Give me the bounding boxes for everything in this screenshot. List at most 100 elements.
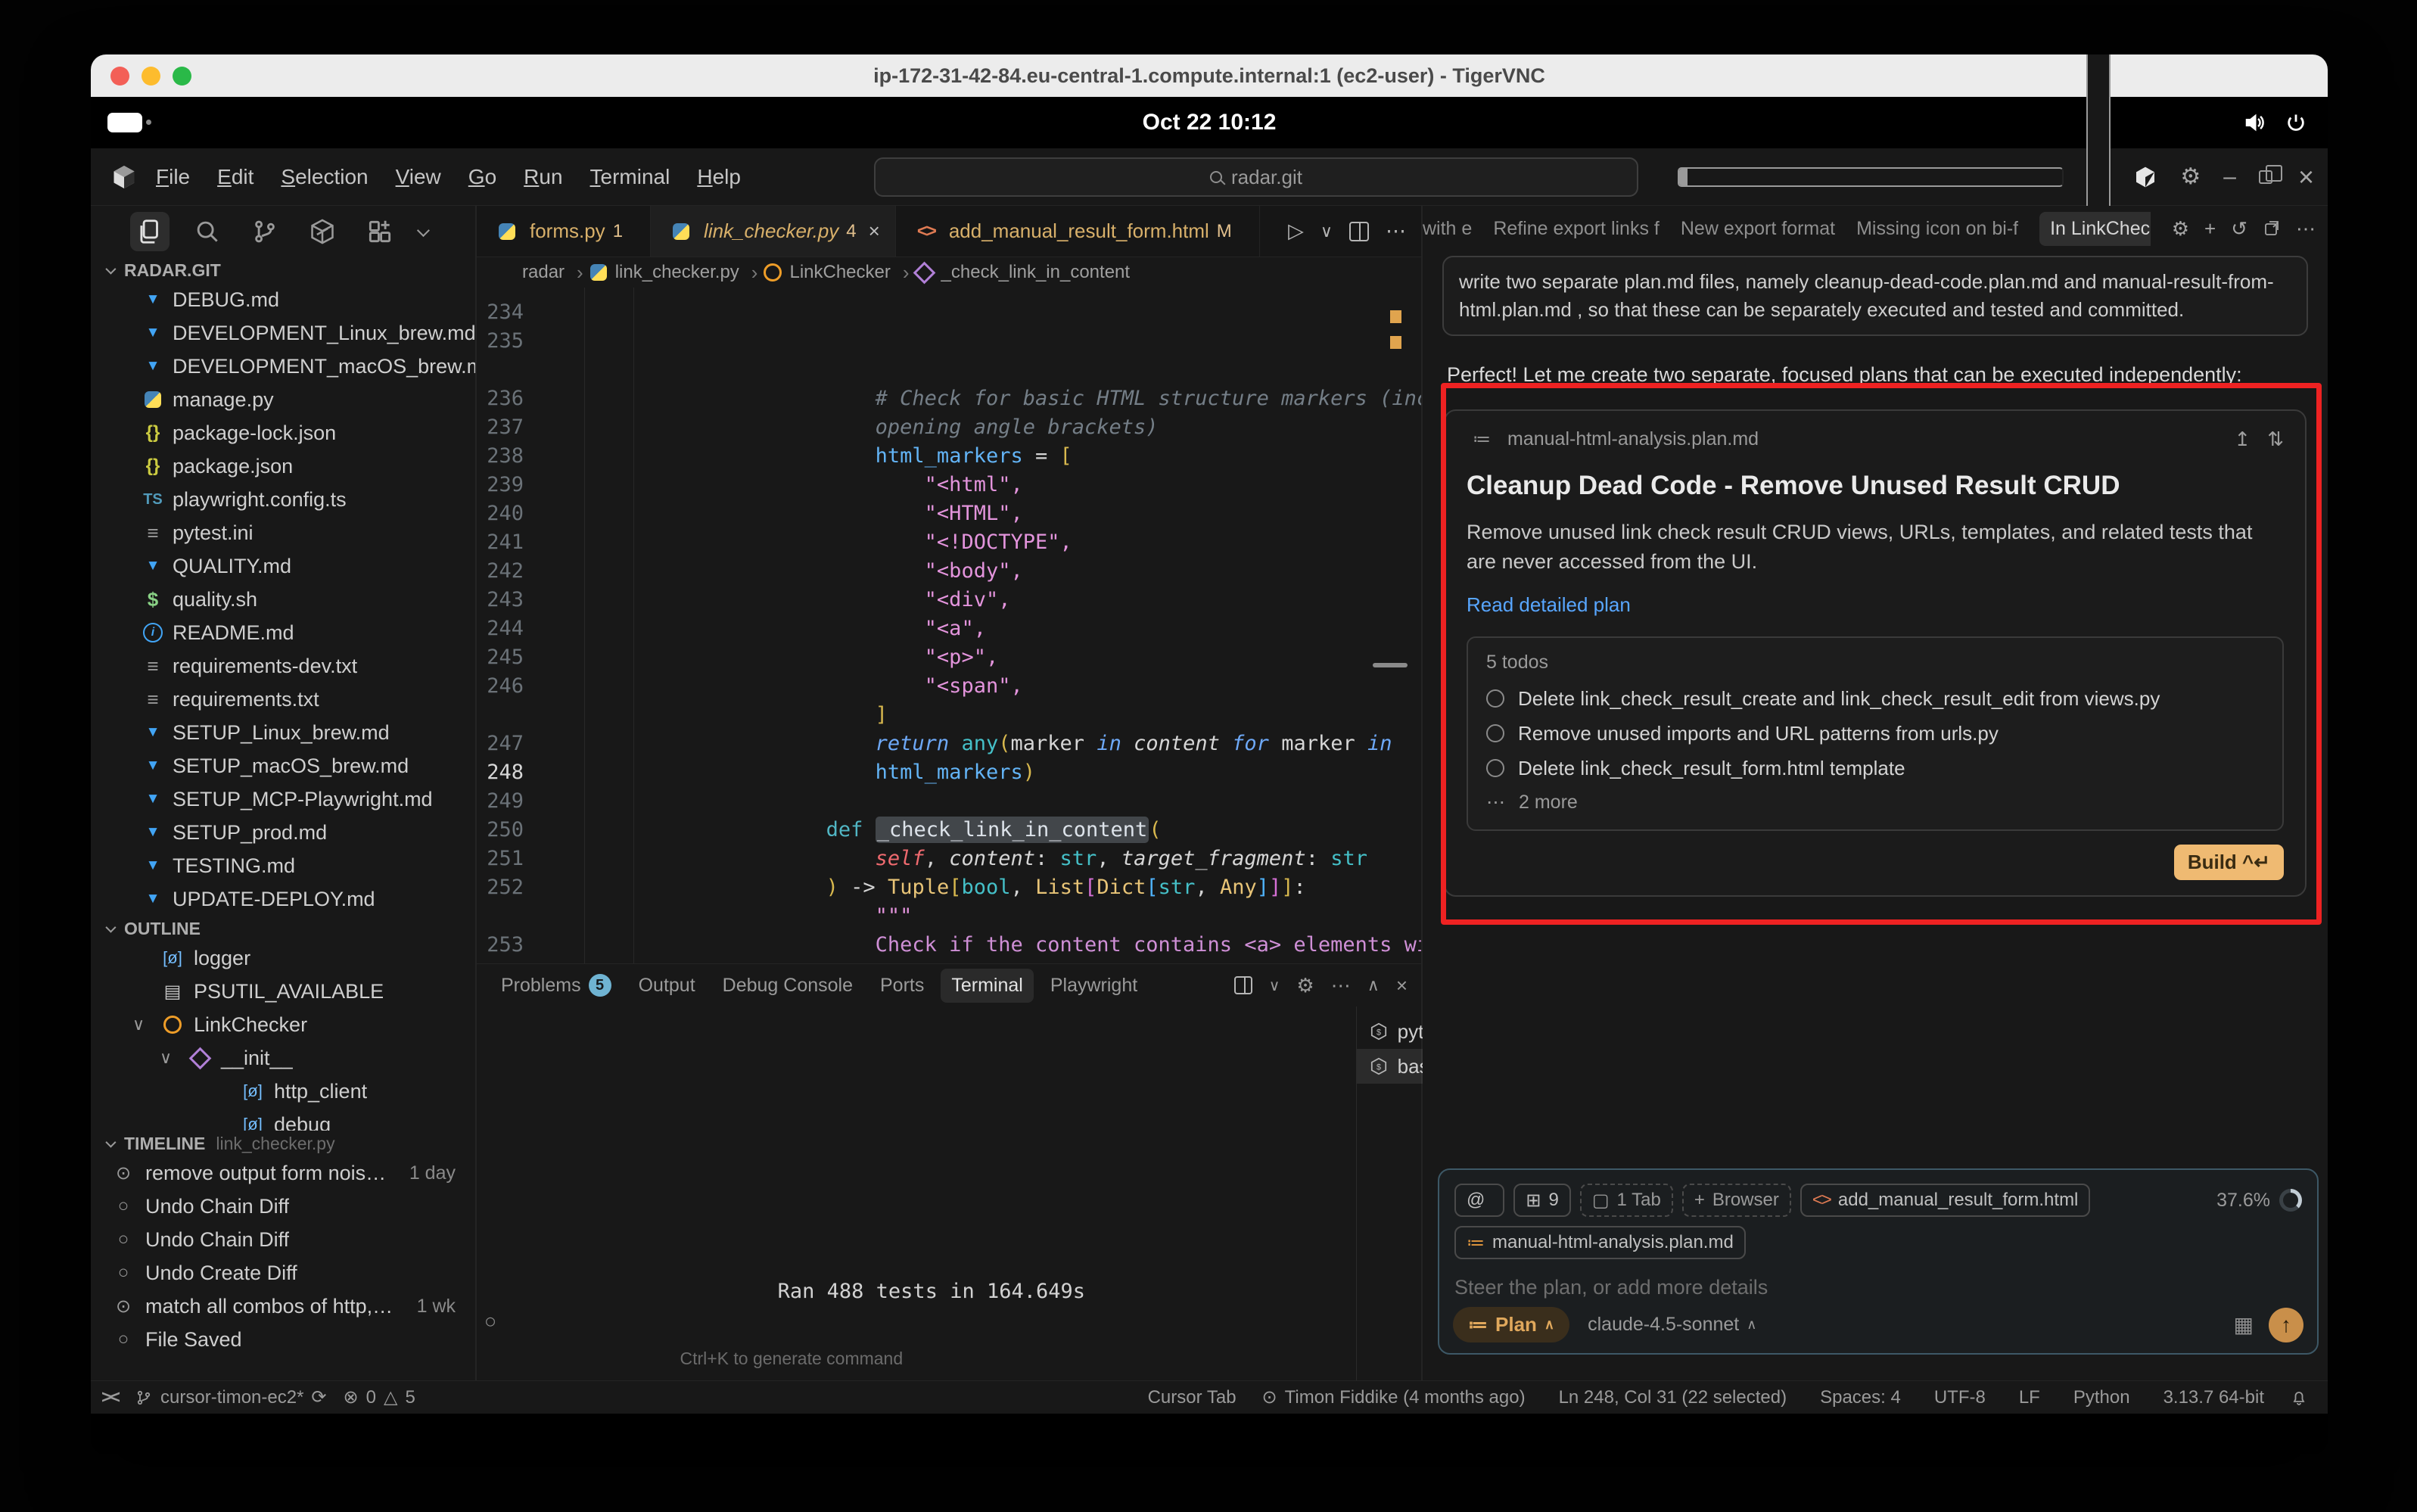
chat-input-box[interactable]: @ ⊞ 9 ▢ [1438,1168,2319,1355]
outline-item[interactable]: [ø] logger [91,941,475,975]
settings-gear-icon[interactable]: ⚙ [2180,166,2201,188]
file-tree-item[interactable]: ▼ SETUP_prod.md [91,816,475,849]
remote-explorer-icon[interactable] [303,212,342,251]
send-button[interactable]: ↑ [2269,1308,2303,1342]
chat-tab[interactable]: with e [1423,218,1472,240]
menu-item[interactable]: View [385,160,452,194]
close-icon[interactable]: × [2298,163,2314,191]
timeline-header[interactable]: TIMELINE link_checker.py [91,1131,475,1156]
split-terminal-icon[interactable] [1234,976,1252,994]
terminal-settings-gear-icon[interactable]: ⚙ [1296,974,1314,997]
toggle-sidebar-icon[interactable] [1678,167,2064,187]
status-item[interactable]: Spaces: 4 [1812,1387,1901,1408]
outline-item[interactable]: ∨ __init__ [91,1041,475,1075]
chat-tab[interactable]: New export format [1681,218,1835,240]
search-view-icon[interactable] [188,212,227,251]
status-item[interactable]: UTF-8 [1927,1387,1986,1408]
source-control-icon[interactable] [245,212,285,251]
explorer-icon[interactable] [130,212,170,251]
file-tree-item[interactable]: $ quality.sh [91,583,475,616]
context-pill[interactable]: <> add_manual_result_form.html [1800,1184,2091,1217]
collapse-plan-icon[interactable]: ⇅ [2267,428,2284,451]
remote-indicator[interactable]: >< [101,1387,118,1408]
outline-item[interactable]: ∨ LinkChecker [91,1008,475,1041]
todos-more-row[interactable]: ⋯ 2 more [1486,786,2264,819]
terminal-output[interactable]: Ran 488 tests in 164.649s [477,1006,1356,1380]
tab-close-icon[interactable]: × [869,219,880,243]
file-tree-item[interactable]: ▼ SETUP_Linux_brew.md [91,716,475,749]
timeline-item[interactable]: ⊙ remove output form noise t… 1 day [91,1156,475,1190]
editor-tab[interactable]: link_checker.py 4 × [651,206,896,257]
maximize-panel-chevron-icon[interactable]: ∧ [1367,975,1380,995]
todo-checkbox-icon[interactable] [1486,724,1504,742]
context-pill[interactable]: + Browser [1682,1184,1791,1217]
problems-summary[interactable]: ⊗ 0 △ 5 [344,1386,415,1408]
status-item[interactable]: LF [2011,1387,2040,1408]
git-branch-item[interactable]: cursor-timon-ec2* ⟳ [135,1386,327,1408]
file-tree-item[interactable]: ≡ pytest.ini [91,516,475,549]
new-chat-icon[interactable]: + [2204,217,2216,241]
explorer-root-header[interactable]: RADAR.GIT [91,257,475,283]
context-pill[interactable]: ▢ 1 Tab [1580,1184,1673,1217]
status-item[interactable]: 3.13.7 64-bit [2156,1387,2264,1408]
menu-item[interactable]: Edit [207,160,264,194]
panel-tab[interactable]: Terminal [941,969,1033,1003]
panel-tab[interactable]: Problems 5 [490,968,622,1003]
mode-selector[interactable]: ≔ Plan ∧ [1453,1307,1569,1342]
chat-history-icon[interactable]: ↺ [2231,217,2247,241]
timeline-item[interactable]: ○ Undo Create Diff [91,1256,475,1290]
menu-item[interactable]: Help [686,160,751,194]
file-tree-item[interactable]: ▼ DEVELOPMENT_macOS_brew.md [91,350,475,383]
restore-icon[interactable] [2259,170,2272,184]
outline-item[interactable]: [ø] http_client [91,1075,475,1108]
plan-context-pill[interactable]: ≔ manual-html-analysis.plan.md [1454,1226,1746,1259]
file-tree-item[interactable]: {} package-lock.json [91,416,475,450]
split-editor-icon[interactable] [1349,222,1369,241]
file-tree-item[interactable]: ▼ TESTING.md [91,849,475,882]
timeline-item[interactable]: ○ Undo Chain Diff [91,1190,475,1223]
file-tree-item[interactable]: ≡ requirements-dev.txt [91,649,475,683]
run-dropdown-chevron-icon[interactable]: ∨ [1320,222,1333,241]
code-editor[interactable]: 234 235 [477,288,1421,963]
breadcrumb-item[interactable]: radar [495,261,583,285]
file-tree-item[interactable]: ▼ SETUP_MCP-Playwright.md [91,782,475,816]
timeline-item[interactable]: ○ Undo Chain Diff [91,1223,475,1256]
editor-tab[interactable]: forms.py 1 [477,206,651,257]
chat-more-icon[interactable]: ⋯ [2296,217,2316,241]
file-tree-item[interactable]: ≡ requirements.txt [91,683,475,716]
attach-image-icon[interactable]: ▦ [2234,1312,2254,1337]
menu-item[interactable]: Go [458,160,507,194]
file-tree-item[interactable]: TS playwright.config.ts [91,483,475,516]
panel-tab[interactable]: Output [628,969,706,1003]
outline-item[interactable]: [ø] debug [91,1108,475,1131]
read-detailed-plan-link[interactable]: Read detailed plan [1467,593,2284,617]
chat-settings-gear-icon[interactable]: ⚙ [2172,217,2189,241]
panel-tab[interactable]: Playwright [1040,969,1148,1003]
status-item[interactable]: Ln 248, Col 31 (22 selected) [1551,1387,1787,1408]
outline-header[interactable]: OUTLINE [91,916,475,941]
breadcrumb-item[interactable]: link_checker.py [588,261,758,285]
breadcrumb-item[interactable]: _check_link_in_content [914,262,1143,283]
chat-tab[interactable]: Missing icon on bi-f [1856,218,2018,240]
file-tree-item[interactable]: ▼ DEBUG.md [91,283,475,316]
menu-item[interactable]: Run [513,160,573,194]
file-tree-item[interactable]: ▼ SETUP_macOS_brew.md [91,749,475,782]
file-tree-item[interactable]: ▼ DEVELOPMENT_Linux_brew.md [91,316,475,350]
menu-item[interactable]: Terminal [580,160,681,194]
todo-checkbox-icon[interactable] [1486,759,1504,777]
chat-tab[interactable]: In LinkChec [2039,212,2151,246]
outline-item[interactable]: ▤ PSUTIL_AVAILABLE [91,975,475,1008]
cursor-ai-pane-icon[interactable] [2133,165,2157,189]
timeline-item[interactable]: ○ File Saved [91,1323,475,1356]
file-tree-item[interactable]: README.md [91,616,475,649]
chat-tab[interactable]: Refine export links f [1493,218,1660,240]
build-button[interactable]: Build ^↵ [2174,845,2284,880]
timeline-item[interactable]: ⊙ match all combos of http, htt… 1 wk [91,1290,475,1323]
file-tree-item[interactable]: manage.py [91,383,475,416]
menu-item[interactable]: File [145,160,201,194]
editor-more-actions-icon[interactable]: ⋯ [1386,219,1406,243]
menu-item[interactable]: Selection [270,160,378,194]
file-tree-item[interactable]: ▼ UPDATE-DEPLOY.md [91,882,475,916]
status-item[interactable]: Python [2066,1387,2130,1408]
panel-tab[interactable]: Ports [869,969,935,1003]
